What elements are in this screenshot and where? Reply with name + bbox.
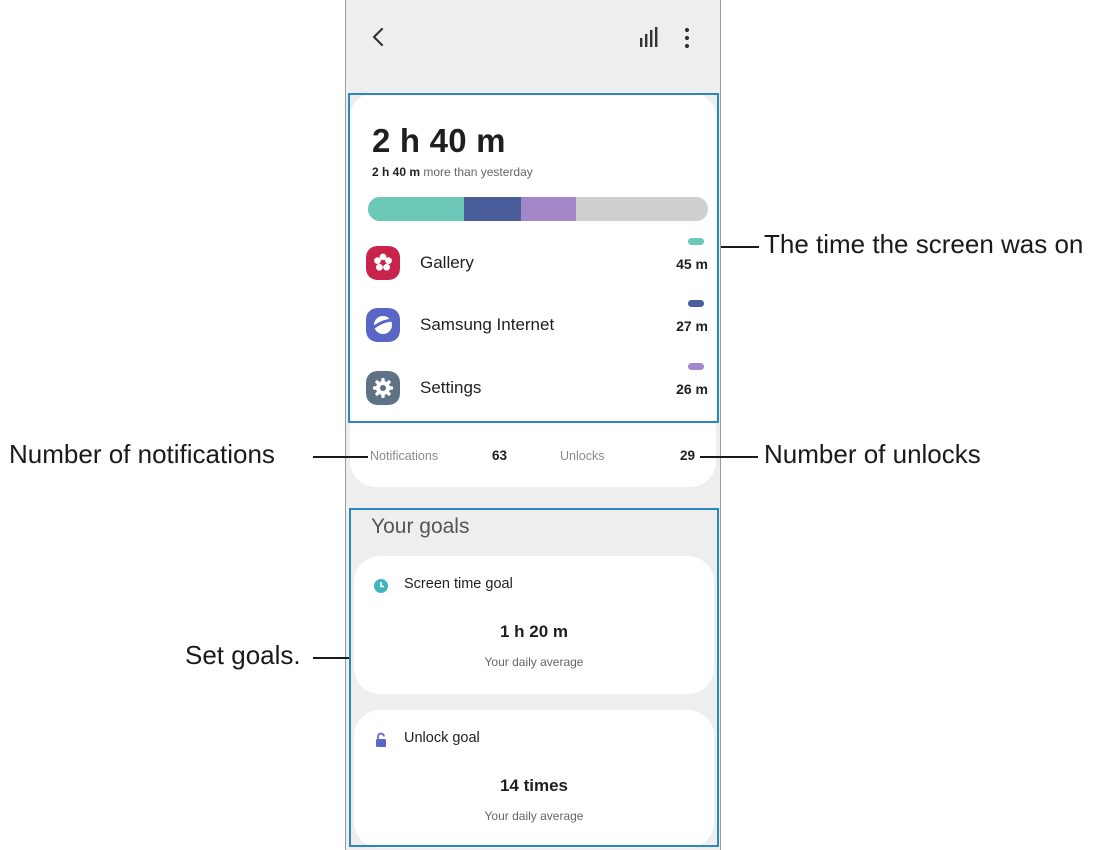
goal-value: 14 times <box>499 776 569 795</box>
settings-gear-icon <box>366 371 400 405</box>
callout-unlocks: Number of unlocks <box>764 439 981 469</box>
app-name: Samsung Internet <box>420 315 555 334</box>
legend-pill <box>688 238 704 245</box>
usage-segment <box>576 197 708 221</box>
stats-row: Notifications 63 Unlocks 29 <box>346 438 720 478</box>
goal-value: 1 h 20 m <box>499 622 569 641</box>
gallery-flower-icon <box>366 246 400 280</box>
screen-time-card: 2 h 40 m 2 h 40 m more than yesterday Ga… <box>350 92 716 487</box>
usage-segment <box>368 197 464 221</box>
unlock-goal-card[interactable]: Unlock goal 14 times Your daily average <box>354 710 714 848</box>
leader-line <box>700 456 758 458</box>
goal-subtitle: Your daily average <box>484 809 584 823</box>
legend-pill <box>688 363 704 370</box>
usage-bar <box>368 197 708 221</box>
internet-planet-icon <box>366 308 400 342</box>
leader-line <box>721 246 759 248</box>
screen-time-goal-card[interactable]: Screen time goal 1 h 20 m Your daily ave… <box>354 556 714 694</box>
app-duration: 26 m <box>676 381 708 397</box>
app-bar <box>346 0 720 70</box>
leader-line <box>313 657 349 659</box>
usage-segment <box>521 197 577 221</box>
leader-line <box>313 456 368 458</box>
clock-icon <box>374 579 388 593</box>
app-duration: 27 m <box>676 318 708 334</box>
goal-label: Unlock goal <box>404 730 480 746</box>
phone-screen: 2 h 40 m 2 h 40 m more than yesterday Ga… <box>345 0 721 850</box>
legend-pill <box>688 300 704 307</box>
unlocks-label: Unlocks <box>560 449 605 463</box>
app-row-gallery[interactable]: Gallery 45 m <box>366 238 710 286</box>
callout-notifications: Number of notifications <box>9 439 275 469</box>
usage-segment <box>463 197 521 221</box>
notifications-count: 63 <box>492 448 508 463</box>
goals-heading: Your goals <box>371 515 470 538</box>
comparison-text: 2 h 40 m more than yesterday <box>372 165 533 179</box>
callout-screen-time: The time the screen was on <box>764 229 1084 259</box>
unlocks-count: 29 <box>680 448 696 463</box>
callout-goals: Set goals. <box>185 640 301 670</box>
more-vertical-icon[interactable] <box>681 26 693 50</box>
total-screen-time: 2 h 40 m <box>372 122 506 159</box>
app-name: Gallery <box>420 253 474 272</box>
goal-label: Screen time goal <box>404 576 513 592</box>
app-name: Settings <box>420 378 482 397</box>
app-row-samsung-internet[interactable]: Samsung Internet 27 m <box>366 300 710 348</box>
goal-subtitle: Your daily average <box>484 655 584 669</box>
comparison-value: 2 h 40 m <box>372 165 421 179</box>
unlock-icon <box>376 732 386 747</box>
bar-chart-icon[interactable] <box>638 27 662 49</box>
app-duration: 45 m <box>676 256 708 272</box>
notifications-label: Notifications <box>370 449 439 463</box>
app-row-settings[interactable]: Settings 26 m <box>366 363 710 411</box>
chevron-left-icon[interactable] <box>368 22 390 52</box>
comparison-label: more than yesterday <box>423 165 533 179</box>
